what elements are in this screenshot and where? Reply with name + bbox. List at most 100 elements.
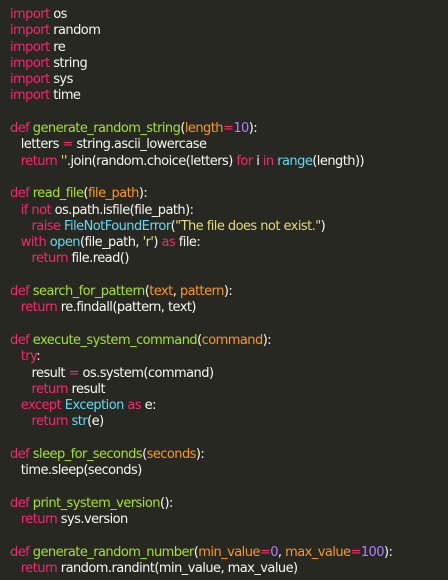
code-token: sleep_for_seconds xyxy=(32,447,143,463)
code-line: import random xyxy=(10,23,448,39)
code-line: import sys xyxy=(10,72,448,88)
code-token: ): xyxy=(248,121,258,137)
code-token: 10 xyxy=(233,121,249,137)
code-token: def xyxy=(10,332,30,348)
code-token: as xyxy=(161,235,176,251)
code-token: raise xyxy=(31,218,62,234)
code-token: max_value xyxy=(285,544,351,560)
code-token: (file_path, xyxy=(79,235,143,251)
code-token: = xyxy=(259,544,271,560)
code-line: with open(file_path, 'r') as file: xyxy=(10,235,448,251)
code-line: time.sleep(seconds) xyxy=(10,463,448,479)
code-line: return random.randint(min_value, max_val… xyxy=(10,561,448,577)
code-token: file.read() xyxy=(67,251,130,267)
code-token: string xyxy=(49,55,88,71)
code-token: FileNotFoundError xyxy=(64,218,171,234)
code-line: import os xyxy=(10,7,448,23)
code-token: with xyxy=(20,235,47,251)
code-token: .join(random.choice(letters) xyxy=(66,153,237,169)
code-token: ) xyxy=(153,235,162,251)
code-token: return xyxy=(20,300,58,316)
code-token: pattern xyxy=(179,284,224,300)
code-line: import re xyxy=(10,40,448,56)
code-line: return re.findall(pattern, text) xyxy=(10,300,448,316)
code-token: execute_system_command xyxy=(32,332,198,348)
code-token: import xyxy=(10,39,50,55)
code-token: (): xyxy=(159,495,173,511)
code-token: letters xyxy=(10,137,63,153)
code-token: sys xyxy=(49,72,73,88)
code-token: ): xyxy=(262,332,272,348)
code-token: = xyxy=(62,137,73,153)
code-line: def execute_system_command(command): xyxy=(10,333,448,349)
code-line: try: xyxy=(10,349,448,365)
code-token: as xyxy=(127,398,142,414)
code-token: , xyxy=(172,284,180,300)
code-token: def xyxy=(10,495,30,511)
code-token: re.findall(pattern, text) xyxy=(57,300,197,316)
code-line: return sys.version xyxy=(10,512,448,528)
code-token: print_system_version xyxy=(32,495,161,511)
code-token: min_value xyxy=(198,544,260,560)
code-line: except Exception as e: xyxy=(10,398,448,414)
code-token: = xyxy=(222,121,234,137)
code-token: import xyxy=(10,55,50,71)
code-line: import time xyxy=(10,88,448,104)
code-line: def sleep_for_seconds(seconds): xyxy=(10,447,448,463)
code-line: def generate_random_number(min_value=0, … xyxy=(10,545,448,561)
code-token: result xyxy=(10,365,69,381)
code-token: string.ascii_lowercase xyxy=(72,137,207,153)
code-token: random.randint(min_value, max_value) xyxy=(57,561,298,577)
code-token: ): xyxy=(384,544,393,560)
code-token: result xyxy=(67,381,106,397)
code-token: i xyxy=(252,153,263,169)
code-token: file: xyxy=(175,235,201,251)
code-token: return xyxy=(20,561,58,577)
code-token: return xyxy=(31,381,69,397)
code-line: raise FileNotFoundError("The file does n… xyxy=(10,219,448,235)
code-token: ): xyxy=(195,447,205,463)
code-token: return xyxy=(20,153,58,169)
code-token: : xyxy=(36,349,41,365)
code-token: text xyxy=(149,284,173,300)
code-token: except xyxy=(20,398,62,414)
code-token: seconds xyxy=(146,447,197,463)
code-token: if not xyxy=(20,202,52,218)
code-token: Exception xyxy=(64,398,125,414)
code-editor[interactable]: import os import random import re import st… xyxy=(0,0,448,580)
code-token: import xyxy=(10,23,50,39)
code-token: ): xyxy=(223,284,233,300)
code-token: sys.version xyxy=(57,512,128,528)
code-token: def xyxy=(10,186,30,202)
code-token: 'r' xyxy=(142,235,154,251)
code-token: time.sleep(seconds) xyxy=(10,463,143,479)
code-token: try xyxy=(20,349,37,365)
code-token: range xyxy=(277,153,313,169)
code-line: return str(e) xyxy=(10,414,448,430)
code-token: os.system(command) xyxy=(78,365,214,381)
code-token: ) xyxy=(320,218,326,234)
code-token: length xyxy=(184,121,224,137)
code-line: def generate_random_string(length=10): xyxy=(10,121,448,137)
code-line: import string xyxy=(10,56,448,72)
code-token: return xyxy=(20,512,58,528)
code-token: = xyxy=(350,544,361,560)
code-line: def search_for_pattern(text, pattern): xyxy=(10,284,448,300)
code-line: if not os.path.isfile(file_path): xyxy=(10,203,448,219)
code-token: 0 xyxy=(270,544,278,560)
code-token: "The file does not exist." xyxy=(175,218,321,234)
code-token: (e) xyxy=(87,414,104,430)
